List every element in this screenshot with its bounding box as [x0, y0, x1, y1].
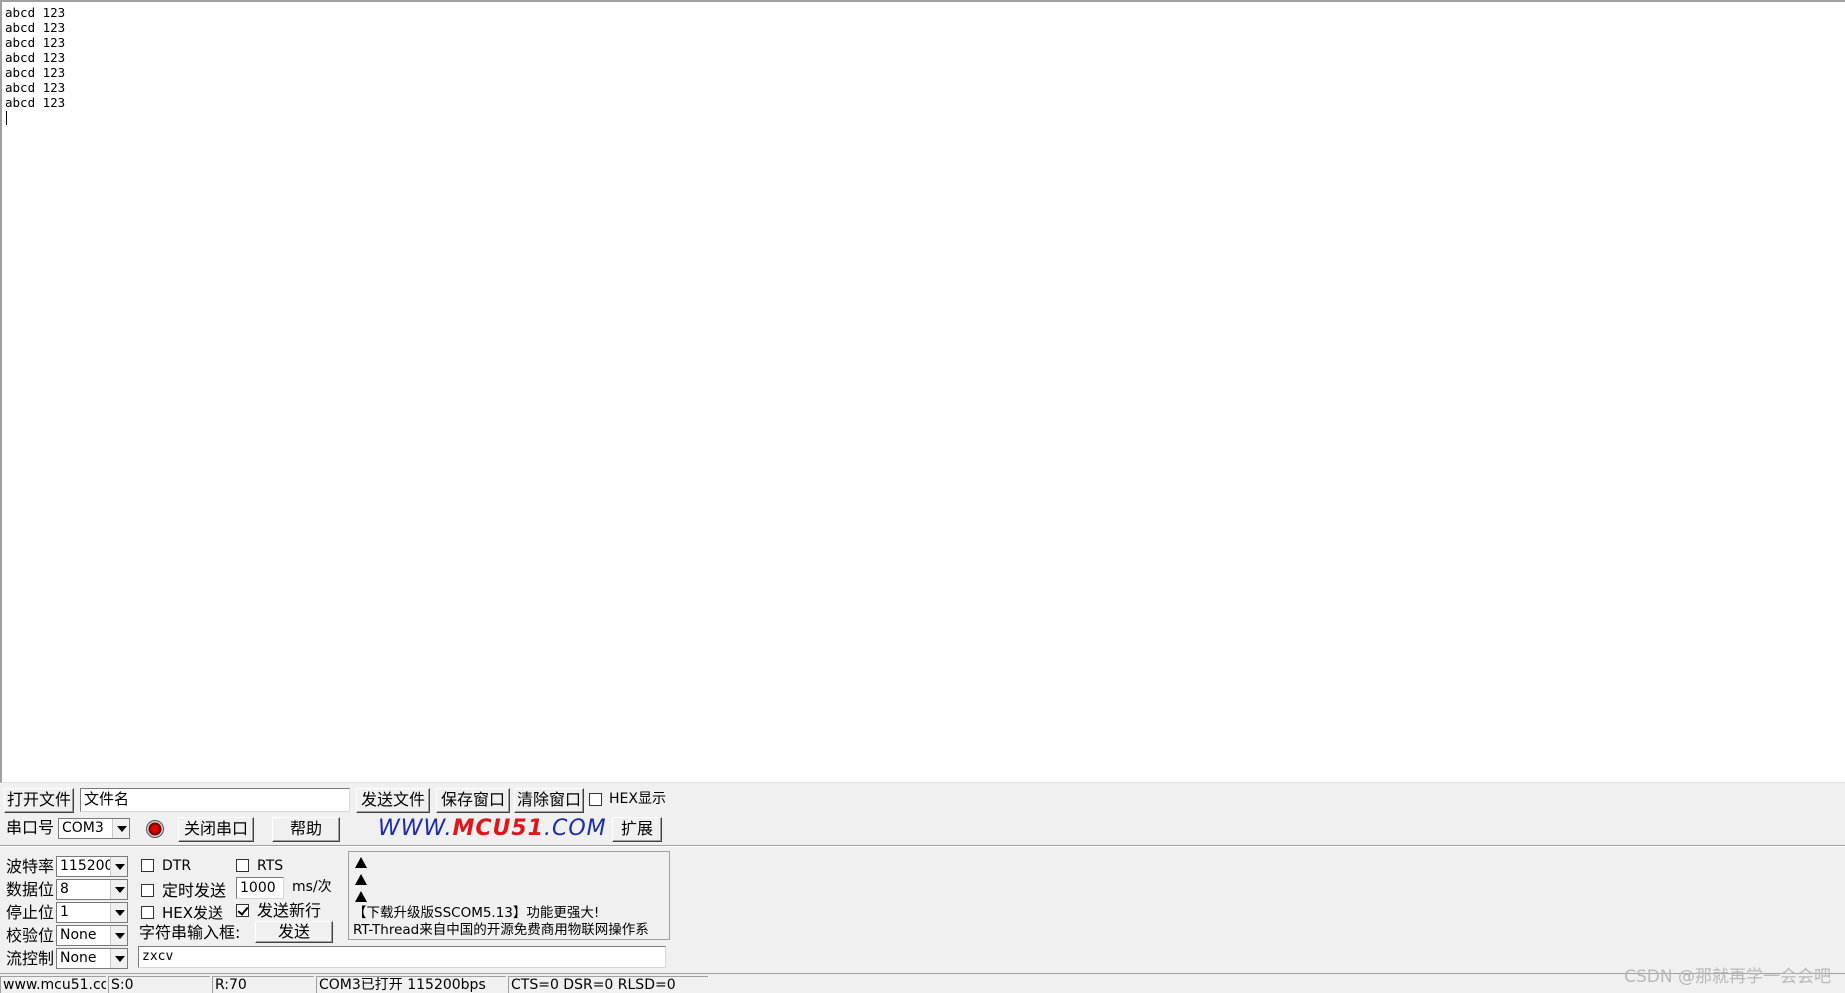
flow-control-value: None: [60, 950, 97, 966]
arrow-up-icon[interactable]: [355, 857, 367, 868]
parity-value: None: [60, 927, 97, 943]
send-file-button[interactable]: 发送文件: [356, 788, 430, 813]
chevron-down-icon[interactable]: [110, 949, 127, 968]
send-newline-checkbox[interactable]: [236, 904, 249, 917]
port-select[interactable]: COM3: [58, 818, 130, 839]
receive-line: abcd 123: [5, 5, 66, 20]
receive-line: abcd 123: [5, 80, 66, 95]
promo-panel: 【下载升级版SSCOM5.13】功能更强大! RT-Thread来自中国的开源免…: [348, 851, 670, 940]
dtr-checkbox[interactable]: [141, 859, 154, 872]
help-button[interactable]: 帮助: [272, 817, 340, 842]
data-bits-value: 8: [60, 881, 69, 897]
filename-field[interactable]: 文件名: [80, 788, 350, 812]
arrow-up-icon[interactable]: [355, 874, 367, 885]
hex-display-checkbox[interactable]: [589, 793, 602, 806]
rts-label: RTS: [257, 858, 284, 874]
receive-line: abcd 123: [5, 50, 66, 65]
status-site[interactable]: www.mcu51.com: [0, 976, 106, 993]
site-logo-www: WWW.: [378, 816, 453, 841]
chevron-down-icon[interactable]: [110, 926, 127, 945]
hex-display-label: HEX显示: [609, 791, 666, 807]
site-logo-mcu51: MCU51: [452, 816, 544, 841]
promo-link-rtthread[interactable]: RT-Thread来自中国的开源免费商用物联网操作系: [353, 922, 649, 939]
divider: [0, 845, 1845, 847]
send-newline-label: 发送新行: [257, 901, 322, 920]
open-file-button[interactable]: 打开文件: [4, 788, 74, 813]
timed-send-label: 定时发送: [162, 881, 227, 900]
stop-bits-value: 1: [60, 904, 69, 920]
text-caret: [6, 111, 7, 125]
parity-label: 校验位: [6, 926, 55, 945]
chevron-down-icon[interactable]: [110, 903, 127, 922]
data-bits-label: 数据位: [6, 880, 55, 899]
string-input-label: 字符串输入框:: [139, 923, 241, 942]
port-status-led-icon: [146, 820, 164, 838]
watermark: CSDN @那就再学一会会吧: [1624, 967, 1831, 987]
port-label: 串口号: [6, 818, 55, 837]
receive-line: abcd 123: [5, 95, 66, 110]
data-bits-select[interactable]: 8: [56, 879, 128, 900]
site-logo-link[interactable]: WWW.MCU51.COM: [378, 816, 607, 842]
baud-select[interactable]: 115200: [56, 856, 128, 877]
rts-checkbox[interactable]: [236, 859, 249, 872]
clear-window-button[interactable]: 清除窗口: [514, 788, 584, 813]
chevron-down-icon[interactable]: [110, 880, 127, 899]
flow-control-label: 流控制: [6, 949, 55, 968]
receive-line: abcd 123: [5, 20, 66, 35]
baud-label: 波特率: [6, 857, 55, 876]
dtr-label: DTR: [162, 858, 192, 874]
arrow-up-icon[interactable]: [355, 891, 367, 902]
baud-value: 115200: [60, 858, 114, 874]
site-logo-com: .COM: [544, 816, 607, 841]
hex-send-label: HEX发送: [162, 904, 224, 922]
status-received-count: R:70: [212, 976, 314, 993]
expand-button[interactable]: 扩展: [612, 817, 662, 842]
hex-send-checkbox[interactable]: [141, 906, 154, 919]
flow-control-select[interactable]: None: [56, 948, 128, 969]
port-value: COM3: [62, 820, 104, 836]
send-button[interactable]: 发送: [255, 921, 333, 943]
promo-link-upgrade[interactable]: 【下载升级版SSCOM5.13】功能更强大!: [353, 905, 599, 922]
save-window-button[interactable]: 保存窗口: [436, 788, 510, 813]
interval-unit-label: ms/次: [292, 879, 332, 895]
stop-bits-label: 停止位: [6, 903, 55, 922]
status-port-state: COM3已打开 115200bps: [316, 976, 506, 993]
status-bar: www.mcu51.com S:0 R:70 COM3已打开 115200bps…: [0, 973, 1845, 993]
stop-bits-select[interactable]: 1: [56, 902, 128, 923]
send-input[interactable]: zxcv: [138, 946, 666, 968]
timed-send-checkbox[interactable]: [141, 884, 154, 897]
chevron-down-icon[interactable]: [110, 857, 127, 876]
parity-select[interactable]: None: [56, 925, 128, 946]
receive-line: abcd 123: [5, 35, 66, 50]
receive-line: abcd 123: [5, 65, 66, 80]
chevron-down-icon[interactable]: [112, 819, 129, 838]
status-sent-count: S:0: [108, 976, 210, 993]
status-control-lines: CTS=0 DSR=0 RLSD=0: [508, 976, 708, 993]
interval-input[interactable]: 1000: [236, 877, 284, 899]
close-port-button[interactable]: 关闭串口: [178, 817, 254, 842]
receive-textarea[interactable]: abcd 123 abcd 123 abcd 123 abcd 123 abcd…: [0, 0, 1845, 783]
